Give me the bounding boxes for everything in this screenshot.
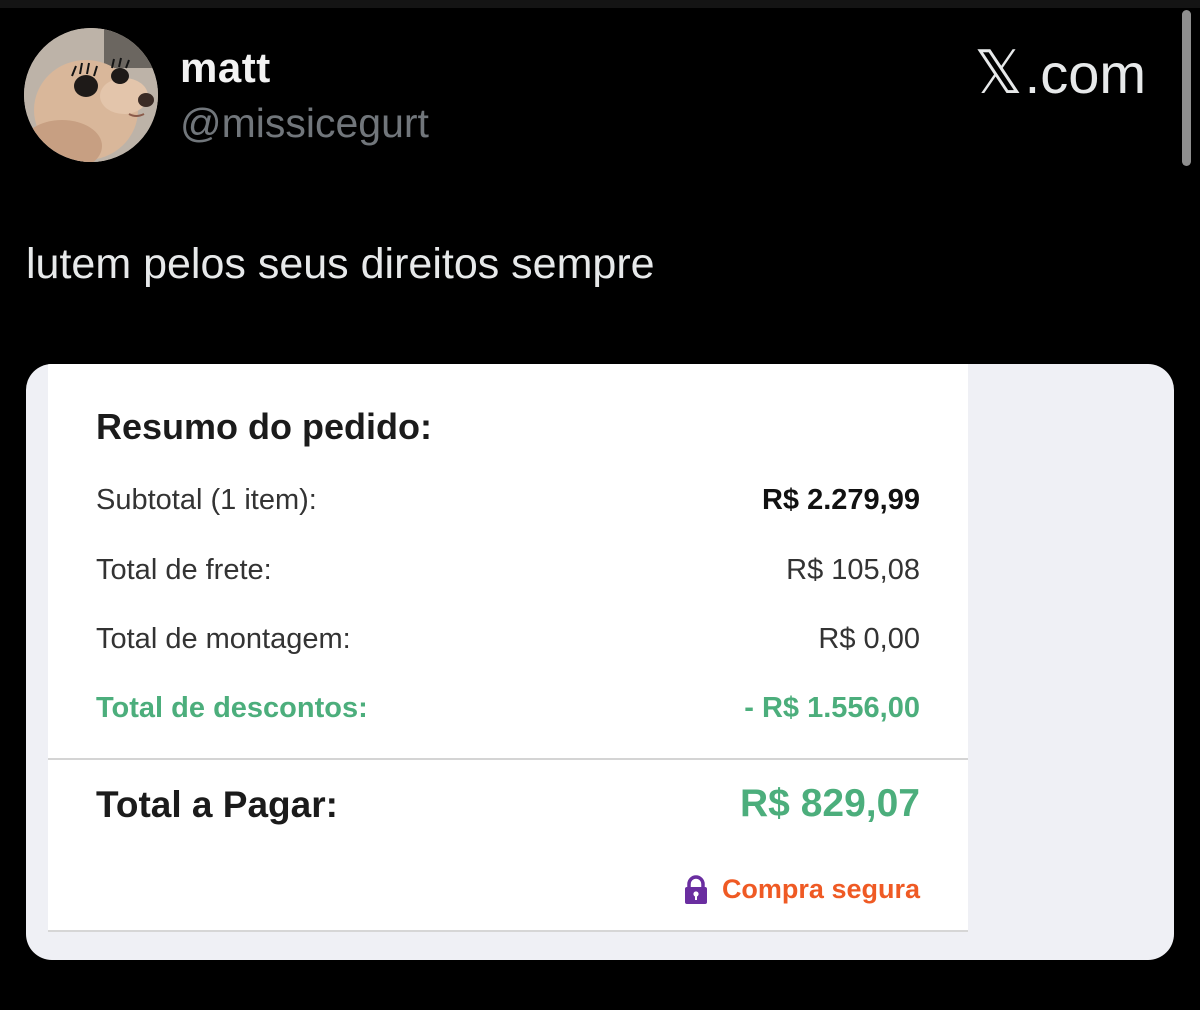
assembly-row: Total de montagem: R$ 0,00 xyxy=(96,623,920,663)
secure-purchase: Compra segura xyxy=(684,874,920,905)
tweet-media-card[interactable]: Resumo do pedido: Subtotal (1 item): R$ … xyxy=(26,364,1174,960)
shipping-row: Total de frete: R$ 105,08 xyxy=(96,554,920,594)
assembly-label: Total de montagem: xyxy=(96,623,351,655)
secure-purchase-label: Compra segura xyxy=(721,874,920,904)
scrollbar[interactable] xyxy=(1182,10,1191,166)
brand-domain-text: .com xyxy=(1024,41,1146,105)
author-handle[interactable]: @missicegurt xyxy=(180,100,429,147)
dog-avatar-icon xyxy=(24,28,158,162)
shipping-label: Total de frete: xyxy=(96,554,272,586)
tweet-text: lutem pelos seus direitos sempre xyxy=(26,240,655,288)
divider xyxy=(48,758,968,760)
lock-icon xyxy=(684,874,708,905)
avatar[interactable] xyxy=(24,28,158,162)
top-strip xyxy=(0,0,1200,8)
assembly-value: R$ 0,00 xyxy=(818,623,920,655)
total-value: R$ 829,07 xyxy=(740,782,920,825)
order-summary-title: Resumo do pedido: xyxy=(96,406,432,447)
tweet-screenshot: matt @missicegurt 𝕏 .com lutem pelos seu… xyxy=(0,0,1200,1010)
discount-row: Total de descontos: - R$ 1.556,00 xyxy=(96,692,920,732)
x-logo-icon: 𝕏 xyxy=(974,39,1023,106)
x-com-logo: 𝕏 .com xyxy=(974,38,1146,108)
total-label: Total a Pagar: xyxy=(96,784,338,825)
subtotal-label: Subtotal (1 item): xyxy=(96,484,317,516)
shipping-value: R$ 105,08 xyxy=(786,554,920,586)
discount-label: Total de descontos: xyxy=(96,692,368,724)
subtotal-row: Subtotal (1 item): R$ 2.279,99 xyxy=(96,484,920,524)
order-summary-panel: Resumo do pedido: Subtotal (1 item): R$ … xyxy=(48,364,968,932)
author-display-name[interactable]: matt xyxy=(180,44,271,92)
subtotal-value: R$ 2.279,99 xyxy=(761,484,920,516)
discount-value: - R$ 1.556,00 xyxy=(744,692,920,724)
